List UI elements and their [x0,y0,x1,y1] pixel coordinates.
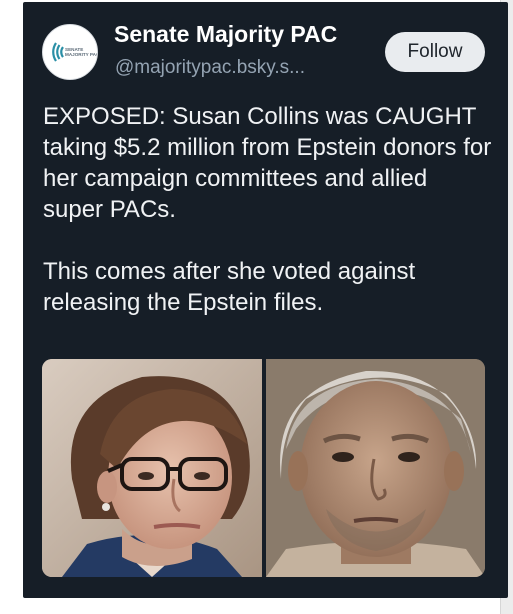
author-display-name[interactable]: Senate Majority PAC [114,21,337,48]
pac-logo-icon: SENATE MAJORITY PAC [52,42,97,62]
svg-text:MAJORITY PAC: MAJORITY PAC [65,52,97,57]
post-image-left[interactable] [42,359,262,577]
post-paragraph: EXPOSED: Susan Collins was CAUGHT taking… [43,103,492,223]
post-card[interactable]: SENATE MAJORITY PAC Senate Majority PAC … [23,2,508,598]
man-portrait-image [266,359,485,577]
follow-button[interactable]: Follow [385,32,485,72]
author-handle[interactable]: @majoritypac.bsky.s... [115,57,305,79]
avatar[interactable]: SENATE MAJORITY PAC [42,24,98,80]
post-paragraph: This comes after she voted against relea… [43,258,416,316]
woman-portrait-image [42,359,262,577]
post-body: EXPOSED: Susan Collins was CAUGHT taking… [43,101,493,318]
post-image-right[interactable] [266,359,485,577]
